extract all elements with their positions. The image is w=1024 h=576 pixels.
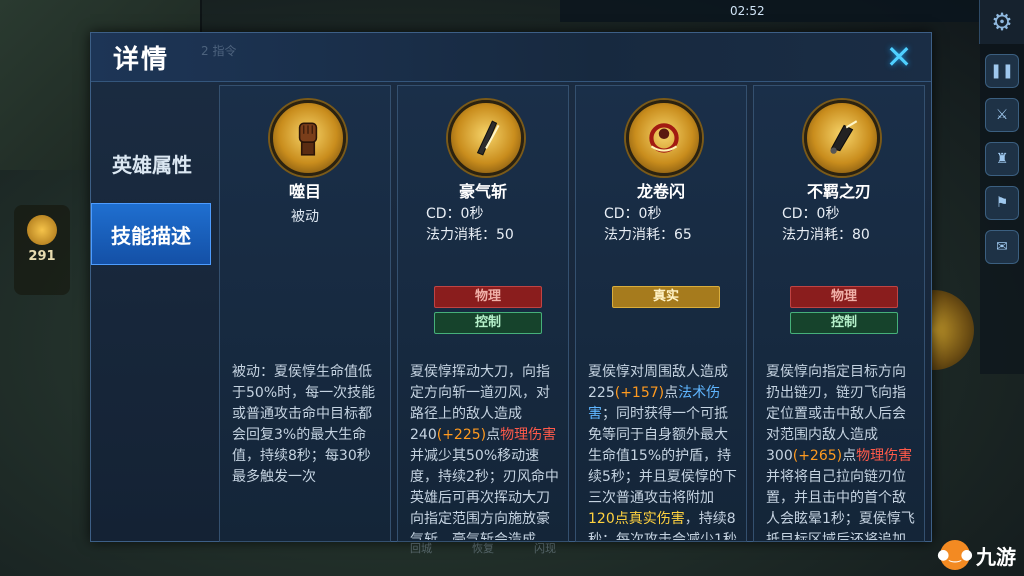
attack-mode-button[interactable]: ⚔ — [985, 98, 1019, 132]
skill-description: 夏侯惇挥动大刀，向指定方向斩一道刃风，对路径上的敌人造成240(+225)点物理… — [410, 362, 560, 540]
skill-card-passive: 噬目 被动 被动：夏侯惇生命值低于50%时，每一次技能或普通攻击命中目标都会回复… — [219, 85, 391, 542]
highlighted-value: (+265) — [792, 448, 843, 464]
sword-icon: ⚔ — [995, 107, 1009, 123]
skill-mana-cost: 法力消耗：50 — [426, 227, 514, 243]
close-icon: ✕ — [885, 38, 913, 76]
tower-icon: ♜ — [995, 151, 1009, 167]
coin-icon — [27, 215, 57, 245]
description-text: 点 — [664, 385, 679, 401]
chat-icon: ✉ — [996, 239, 1008, 255]
highlighted-value: (+225) — [436, 427, 487, 443]
mascot-icon: ●‿● — [937, 540, 973, 570]
flash-label: 闪现 — [534, 542, 556, 555]
skill-cd: CD：0秒 — [426, 206, 484, 222]
highlighted-value: (+157) — [614, 385, 665, 401]
highlighted-value: 物理伤害 — [856, 448, 913, 464]
description-text: 点 — [842, 448, 857, 464]
skill-type: 被动 — [291, 209, 319, 225]
detail-nav: 英雄属性 技能描述 — [91, 133, 213, 275]
skill-mana-cost: 法力消耗：80 — [782, 227, 870, 243]
skill-stats: CD：0秒 法力消耗：50 — [426, 204, 514, 246]
flag-icon: ⚑ — [995, 195, 1009, 211]
damage-type-badge: 真实 — [612, 286, 720, 308]
right-action-column: ❚❚ ⚔ ♜ ⚑ ✉ — [980, 44, 1024, 374]
skill-card-1: 豪气斩 CD：0秒 法力消耗：50 物理 控制 夏侯惇挥动大刀，向指定方向斩一道… — [397, 85, 569, 542]
skill-stats: CD：0秒 法力消耗：80 — [782, 204, 870, 246]
damage-type-badge: 物理 — [790, 286, 898, 308]
gear-icon: ⚙ — [991, 8, 1013, 36]
skill-name: 不羁之刃 — [806, 182, 871, 201]
gold-count: 291 — [28, 249, 56, 264]
background-label: 2 指令 — [201, 44, 237, 58]
skill-description: 夏侯惇对周围敌人造成225(+157)点法术伤害；同时获得一个可抵免等同于自身额… — [588, 362, 738, 540]
skill-description: 被动：夏侯惇生命值低于50%时，每一次技能或普通攻击命中目标都会回复3%的最大生… — [232, 362, 382, 540]
blade-slash-icon — [448, 100, 524, 176]
skill-mana-cost: 法力消耗：65 — [604, 227, 692, 243]
damage-type-badge: 物理 — [434, 286, 542, 308]
description-text: ；同时获得一个可抵免等同于自身额外最大生命值15%的护盾，持续5秒；并且夏侯惇的… — [588, 406, 737, 506]
tower-button[interactable]: ♜ — [985, 142, 1019, 176]
fist-icon — [270, 100, 346, 176]
highlighted-value: 120点真实伤害 — [588, 511, 685, 527]
skill-name: 豪气斩 — [458, 182, 507, 201]
skill-cd: CD：0秒 — [604, 206, 662, 222]
dialog-header: 详情 2 指令 ✕ — [91, 33, 931, 82]
bottom-skill-labels: 回城 恢复 闪现 — [410, 540, 556, 556]
skill-cards: 噬目 被动 被动：夏侯惇生命值低于50%时，每一次技能或普通攻击命中目标都会回复… — [219, 85, 925, 542]
chat-button[interactable]: ✉ — [985, 230, 1019, 264]
whirlwind-icon — [626, 100, 702, 176]
description-text: 被动：夏侯惇生命值低于50%时，每一次技能或普通攻击命中目标都会回复3%的最大生… — [232, 364, 376, 485]
pause-button[interactable]: ❚❚ — [985, 54, 1019, 88]
highlighted-value: 物理伤害 — [500, 427, 557, 443]
skill-card-3: 不羁之刃 CD：0秒 法力消耗：80 物理 控制 夏侯惇向指定目标方向扔出链刃，… — [753, 85, 925, 542]
top-status-bar: 02:52 — [560, 0, 980, 22]
recall-label: 回城 — [410, 542, 432, 555]
signal-button[interactable]: ⚑ — [985, 186, 1019, 220]
brand-text: 九游 — [976, 544, 1016, 569]
heal-label: 恢复 — [472, 542, 494, 555]
match-timer: 02:52 — [730, 4, 765, 18]
pause-icon: ❚❚ — [990, 63, 1014, 79]
close-button[interactable]: ✕ — [877, 37, 921, 77]
watermark-logo: ●‿● 九游 — [937, 540, 1016, 570]
skill-description: 夏侯惇向指定目标方向扔出链刃，链刃飞向指定位置或击中敌人后会对范围内敌人造成30… — [766, 362, 916, 540]
nav-skill-description[interactable]: 技能描述 — [91, 203, 211, 265]
control-badge: 控制 — [790, 312, 898, 334]
settings-button[interactable]: ⚙ — [979, 0, 1024, 44]
nav-hero-attributes[interactable]: 英雄属性 — [91, 133, 213, 193]
control-badge: 控制 — [434, 312, 542, 334]
chain-blade-icon — [804, 100, 880, 176]
description-text: 并将将自己拉向链刃位置，并且击中的首个敌人会眩晕1秒；夏侯惇飞抵目标区域后还将追… — [766, 469, 915, 540]
description-text: 并减少其50%移动速度，持续2秒；刃风命中英雄后可再次挥动大刀向指定范围方向施放… — [410, 448, 559, 540]
description-text: 点 — [486, 427, 501, 443]
skill-card-2: 龙卷闪 CD：0秒 法力消耗：65 真实 夏侯惇对周围敌人造成225(+157)… — [575, 85, 747, 542]
skill-cd: CD：0秒 — [782, 206, 840, 222]
skill-name: 龙卷闪 — [636, 182, 685, 201]
hero-detail-dialog: 详情 2 指令 ✕ 英雄属性 技能描述 噬目 被动 被动：夏侯惇生命值低于50%… — [90, 32, 932, 542]
dialog-title: 详情 — [113, 45, 170, 75]
shop-button[interactable]: 291 — [14, 205, 70, 295]
skill-name: 噬目 — [288, 182, 321, 201]
skill-stats: CD：0秒 法力消耗：65 — [604, 204, 692, 246]
